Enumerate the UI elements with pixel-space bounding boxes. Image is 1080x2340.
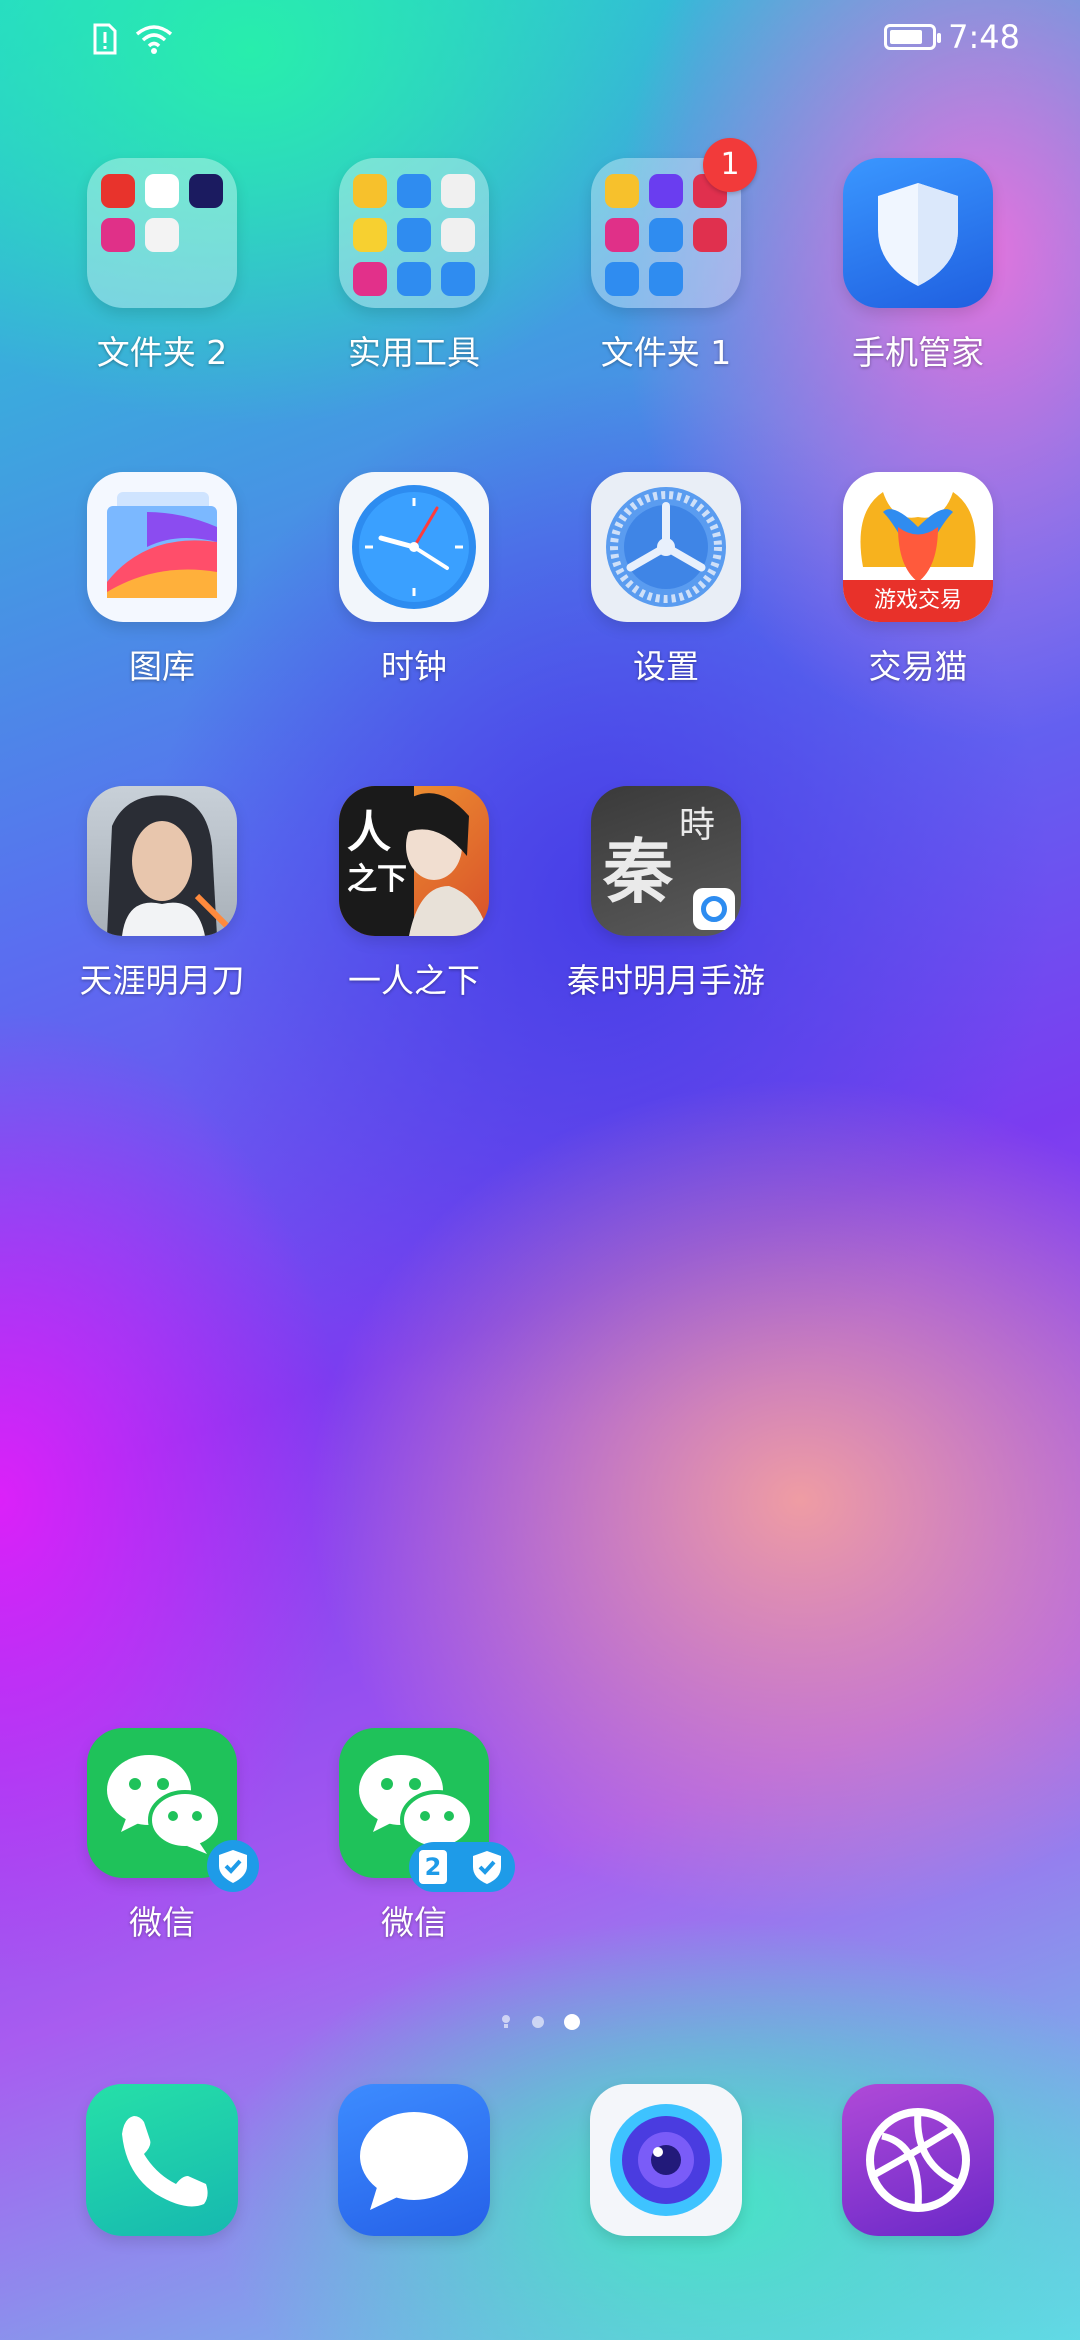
page-indicator[interactable] xyxy=(0,2014,1080,2030)
game-icon: 人 之下 xyxy=(339,786,489,936)
phone-icon xyxy=(86,2084,238,2236)
shield-icon xyxy=(843,158,993,308)
app-phone-manager[interactable]: 手机管家 xyxy=(793,158,1043,374)
app-label: 设置 xyxy=(633,647,699,686)
verified-badge-icon xyxy=(207,1840,259,1892)
app-label: 图库 xyxy=(129,647,195,686)
icon-char: 時 xyxy=(679,805,716,846)
app-yiren-zhixia[interactable]: 人 之下 一人之下 xyxy=(289,786,539,1002)
app-jiaoyimao[interactable]: 游戏交易 交易猫 xyxy=(793,472,1043,688)
app-gallery[interactable]: 图库 xyxy=(37,472,287,688)
gallery-icon xyxy=(87,472,237,622)
app-label: 微信 xyxy=(129,1903,195,1942)
app-label: 文件夹 1 xyxy=(600,333,732,372)
status-bar: 7:48 xyxy=(0,0,1080,80)
cat-icon: 游戏交易 xyxy=(843,472,993,622)
app-folder-1[interactable]: 1 文件夹 1 xyxy=(541,138,791,374)
icon-char: 之下 xyxy=(347,862,407,897)
app-label: 交易猫 xyxy=(868,647,968,686)
app-qinshi-mingyue[interactable]: 秦 時 秦时明月手游 xyxy=(541,786,791,1002)
app-label: 文件夹 2 xyxy=(96,333,228,372)
app-settings[interactable]: 设置 xyxy=(541,472,791,688)
app-wechat[interactable]: 微信 xyxy=(37,1728,287,1944)
app-label: 秦时明月手游 xyxy=(567,961,765,1000)
app-label: 天涯明月刀 xyxy=(79,961,245,1000)
dock-browser[interactable] xyxy=(793,2084,1043,2236)
app-label: 实用工具 xyxy=(348,333,480,372)
browser-icon xyxy=(842,2084,994,2236)
clock-icon xyxy=(339,472,489,622)
status-time: 7:48 xyxy=(948,18,1020,56)
dock-phone[interactable] xyxy=(37,2084,287,2236)
app-label: 微信 xyxy=(381,1903,447,1942)
game-icon: 秦 時 xyxy=(591,786,741,936)
wechat-icon xyxy=(87,1728,259,1892)
clone-badge: 2 xyxy=(409,1842,515,1892)
app-label: 手机管家 xyxy=(852,333,984,372)
folder-icon xyxy=(339,158,489,308)
dock-messages[interactable] xyxy=(289,2084,539,2236)
folder-icon xyxy=(87,158,237,308)
verified-badge-icon xyxy=(473,1851,501,1884)
camera-icon xyxy=(590,2084,742,2236)
icon-banner-text: 游戏交易 xyxy=(873,588,962,613)
app-folder-2[interactable]: 文件夹 2 xyxy=(37,158,287,374)
icon-char: 人 xyxy=(347,807,391,858)
wechat-icon: 2 xyxy=(339,1728,515,1892)
wifi-icon xyxy=(135,25,173,54)
page-dot[interactable] xyxy=(532,2016,544,2028)
page-dot-current[interactable] xyxy=(564,2014,580,2030)
app-label: 一人之下 xyxy=(348,961,480,1000)
dock-camera[interactable] xyxy=(541,2084,791,2236)
app-wechat-clone[interactable]: 2 微信 xyxy=(289,1728,539,1944)
app-label: 时钟 xyxy=(381,647,447,686)
notification-badge: 1 xyxy=(703,138,757,192)
game-icon xyxy=(87,786,237,936)
app-clock[interactable]: 时钟 xyxy=(289,472,539,688)
clone-number: 2 xyxy=(419,1850,447,1884)
app-utilities-folder[interactable]: 实用工具 xyxy=(289,158,539,374)
app-tianya-mingyue-dao[interactable]: 天涯明月刀 xyxy=(37,786,287,1002)
gear-icon xyxy=(591,472,741,622)
page-dot[interactable] xyxy=(500,2015,512,2029)
message-icon xyxy=(338,2084,490,2236)
icon-char: 秦 xyxy=(603,830,673,913)
sim-alert-icon xyxy=(93,23,117,55)
battery-icon xyxy=(884,24,942,50)
